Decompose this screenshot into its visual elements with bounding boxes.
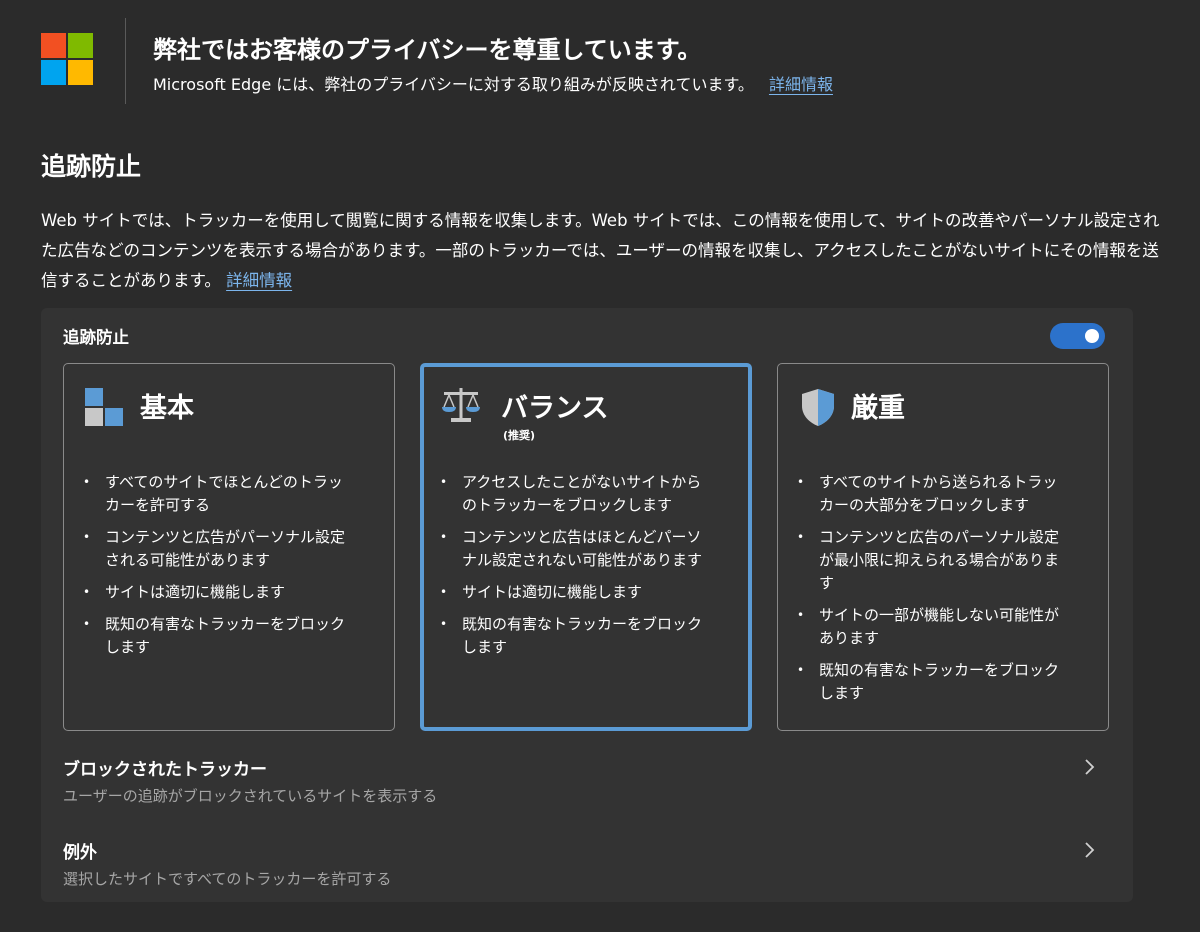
logo-blue-square: [41, 60, 66, 85]
list-item: サイトは適切に機能します: [83, 581, 353, 604]
card-strict[interactable]: 厳重 すべてのサイトから送られるトラッカーの大部分をブロックします コンテンツと…: [777, 363, 1109, 731]
blocked-trackers-row[interactable]: ブロックされたトラッカー ユーザーの追跡がブロックされているサイトを表示する: [41, 755, 1133, 819]
chevron-right-icon: [1085, 842, 1095, 858]
card-balanced-title: バランス: [501, 393, 609, 424]
tracking-learn-more-link[interactable]: 詳細情報: [226, 271, 292, 290]
card-basic[interactable]: 基本 すべてのサイトでほとんどのトラッカーを許可する コンテンツと広告がパーソナ…: [63, 363, 395, 731]
shield-icon: [802, 389, 834, 426]
tracking-prevention-panel: 追跡防止 基本 すべてのサイトでほとんどのトラッカーを許可する コンテンツと広告…: [41, 308, 1133, 902]
list-item: コンテンツと広告がパーソナル設定される可能性があります: [83, 526, 353, 572]
exceptions-description: 選択したサイトですべてのトラッカーを許可する: [63, 870, 392, 888]
card-basic-title: 基本: [140, 393, 194, 424]
list-item: コンテンツと広告はほとんどパーソナル設定されない可能性があります: [440, 526, 710, 572]
header-learn-more-link[interactable]: 詳細情報: [769, 75, 833, 94]
balance-scale-icon: [442, 388, 480, 422]
blocked-trackers-title: ブロックされたトラッカー: [63, 760, 267, 780]
list-item: アクセスしたことがないサイトからのトラッカーをブロックします: [440, 471, 710, 517]
logo-green-square: [68, 33, 93, 58]
tracking-prevention-label: 追跡防止: [63, 328, 129, 347]
list-item: コンテンツと広告のパーソナル設定が最小限に抑えられる場合があります: [797, 526, 1067, 595]
list-item: サイトは適切に機能します: [440, 581, 710, 604]
card-balanced[interactable]: バランス (推奨) アクセスしたことがないサイトからのトラッカーをブロックします…: [420, 363, 752, 731]
header-divider: [125, 18, 126, 104]
tracking-section-title: 追跡防止: [41, 152, 142, 181]
toggle-knob: [1085, 329, 1099, 343]
card-strict-bullets: すべてのサイトから送られるトラッカーの大部分をブロックします コンテンツと広告の…: [797, 471, 1067, 714]
microsoft-logo: [41, 33, 93, 85]
logo-red-square: [41, 33, 66, 58]
privacy-subtitle-text: Microsoft Edge には、弊社のプライバシーに対する取り組みが反映され…: [153, 75, 754, 94]
privacy-subtitle: Microsoft Edge には、弊社のプライバシーに対する取り組みが反映され…: [153, 71, 833, 95]
list-item: すべてのサイトでほとんどのトラッカーを許可する: [83, 471, 353, 517]
list-item: 既知の有害なトラッカーをブロックします: [83, 613, 353, 659]
card-basic-bullets: すべてのサイトでほとんどのトラッカーを許可する コンテンツと広告がパーソナル設定…: [83, 471, 353, 668]
card-balanced-recommended: (推奨): [503, 429, 536, 442]
privacy-heading: 弊社ではお客様のプライバシーを尊重しています。: [153, 36, 702, 64]
tracking-description: Web サイトでは、トラッカーを使用して閲覧に関する情報を収集します。Web サ…: [41, 206, 1161, 296]
card-strict-title: 厳重: [851, 393, 905, 424]
exceptions-row[interactable]: 例外 選択したサイトですべてのトラッカーを許可する: [41, 838, 1133, 902]
exceptions-title: 例外: [63, 843, 97, 863]
list-item: サイトの一部が機能しない可能性があります: [797, 604, 1067, 650]
list-item: すべてのサイトから送られるトラッカーの大部分をブロックします: [797, 471, 1067, 517]
basic-blocks-icon: [85, 388, 123, 426]
chevron-right-icon: [1085, 759, 1095, 775]
list-item: 既知の有害なトラッカーをブロックします: [440, 613, 710, 659]
logo-yellow-square: [68, 60, 93, 85]
blocked-trackers-description: ユーザーの追跡がブロックされているサイトを表示する: [63, 787, 438, 805]
card-balanced-bullets: アクセスしたことがないサイトからのトラッカーをブロックします コンテンツと広告は…: [440, 471, 710, 668]
tracking-description-text: Web サイトでは、トラッカーを使用して閲覧に関する情報を収集します。Web サ…: [41, 211, 1160, 290]
list-item: 既知の有害なトラッカーをブロックします: [797, 659, 1067, 705]
tracking-prevention-toggle[interactable]: [1050, 323, 1105, 349]
